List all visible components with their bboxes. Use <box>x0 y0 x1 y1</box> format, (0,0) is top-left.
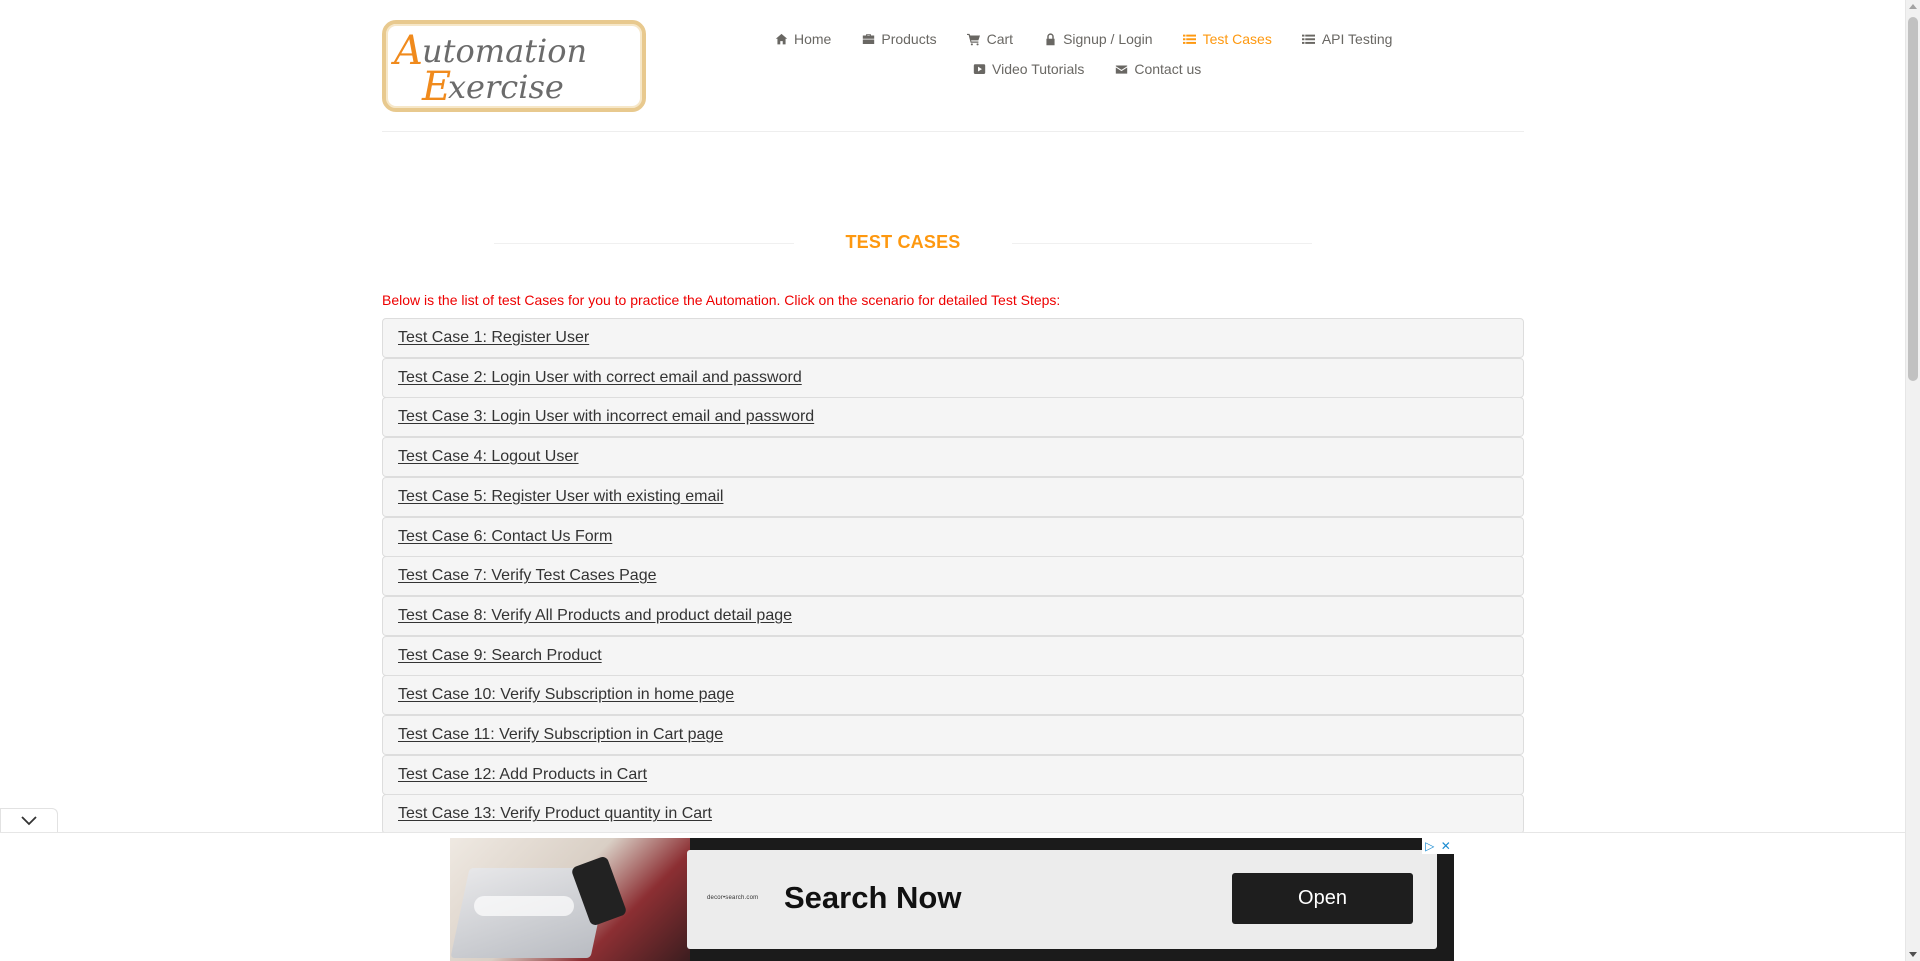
nav-label: Products <box>881 31 937 47</box>
test-case-item[interactable]: Test Case 2: Login User with correct ema… <box>382 357 1524 398</box>
nav-video-tutorials[interactable]: Video Tutorials <box>972 58 1084 80</box>
test-case-list: Test Case 1: Register User Test Case 2: L… <box>382 318 1524 835</box>
test-case-link[interactable]: Test Case 11: Verify Subscription in Car… <box>398 726 723 744</box>
scroll-down-arrow[interactable] <box>1909 952 1917 957</box>
nav-label: Video Tutorials <box>992 61 1085 77</box>
title-block: TEST CASES <box>494 230 1312 256</box>
nav-signup-login[interactable]: Signup / Login <box>1043 28 1153 50</box>
test-case-link[interactable]: Test Case 8: Verify All Products and pro… <box>398 607 792 625</box>
nav-home[interactable]: Home <box>774 28 831 50</box>
close-icon[interactable]: ✕ <box>1441 838 1451 854</box>
nav-cart[interactable]: Cart <box>967 28 1013 50</box>
ad-search-graphic <box>474 896 574 916</box>
vertical-scrollbar[interactable] <box>1905 0 1920 961</box>
scroll-up-arrow[interactable] <box>1909 4 1917 9</box>
briefcase-icon <box>861 32 875 46</box>
test-case-link[interactable]: Test Case 13: Verify Product quantity in… <box>398 805 712 823</box>
test-case-item[interactable]: Test Case 8: Verify All Products and pro… <box>382 595 1524 636</box>
nav-label: Home <box>794 31 832 47</box>
list-icon <box>1302 32 1316 46</box>
logo-graphic: A utomation E xercise <box>390 28 587 110</box>
ad-image <box>450 838 690 961</box>
ad-headline: Search Now <box>784 880 962 915</box>
test-case-link[interactable]: Test Case 10: Verify Subscription in hom… <box>398 686 734 704</box>
test-case-item[interactable]: Test Case 12: Add Products in Cart <box>382 754 1524 795</box>
test-case-item[interactable]: Test Case 3: Login User with incorrect e… <box>382 397 1524 438</box>
test-case-item[interactable]: Test Case 9: Search Product <box>382 635 1524 676</box>
ad-collapse-button[interactable] <box>0 808 58 833</box>
test-case-link[interactable]: Test Case 12: Add Products in Cart <box>398 766 647 784</box>
test-case-item[interactable]: Test Case 1: Register User <box>382 318 1524 358</box>
nav-row-2: Video Tutorials Contact us <box>774 58 1434 80</box>
envelope-icon <box>1114 62 1128 76</box>
test-case-item[interactable]: Test Case 4: Logout User <box>382 437 1524 478</box>
scroll-thumb[interactable] <box>1908 17 1918 381</box>
test-case-item[interactable]: Test Case 13: Verify Product quantity in… <box>382 794 1524 835</box>
test-case-item[interactable]: Test Case 6: Contact Us Form <box>382 516 1524 557</box>
ad-open-button[interactable]: Open <box>1232 873 1413 924</box>
nav-contact-us[interactable]: Contact us <box>1114 58 1201 80</box>
nav-api-testing[interactable]: API Testing <box>1302 28 1393 50</box>
ad-brand: decor•search.com <box>707 895 759 901</box>
nav-test-cases[interactable]: Test Cases <box>1183 28 1272 50</box>
test-case-item[interactable]: Test Case 7: Verify Test Cases Page <box>382 556 1524 597</box>
home-icon <box>774 32 788 46</box>
nav-label: Cart <box>986 31 1014 47</box>
nav-label: Test Cases <box>1202 31 1272 47</box>
nav-label: Signup / Login <box>1063 31 1153 47</box>
test-case-link[interactable]: Test Case 4: Logout User <box>398 448 579 466</box>
adchoices-icon[interactable]: ▷ <box>1425 838 1434 854</box>
nav-row-1: Home Products Cart Signup / Login Test Cases… <box>774 28 1434 50</box>
test-case-link[interactable]: Test Case 6: Contact Us Form <box>398 528 612 546</box>
intro-text: Below is the list of test Cases for you … <box>382 292 1061 308</box>
test-case-link[interactable]: Test Case 7: Verify Test Cases Page <box>398 567 657 585</box>
test-case-link[interactable]: Test Case 1: Register User <box>398 329 589 347</box>
svg-text:A: A <box>390 28 423 74</box>
chevron-down-icon <box>21 816 37 826</box>
ad-banner[interactable]: decor•search.com Search Now Open ▷ ✕ <box>450 838 1454 961</box>
test-case-link[interactable]: Test Case 3: Login User with incorrect e… <box>398 408 814 426</box>
list-icon <box>1183 32 1197 46</box>
test-case-link[interactable]: Test Case 9: Search Product <box>398 647 602 665</box>
cart-icon <box>967 32 981 46</box>
test-case-item[interactable]: Test Case 10: Verify Subscription in hom… <box>382 675 1524 716</box>
lock-icon <box>1043 32 1057 46</box>
nav-label: Contact us <box>1134 61 1202 77</box>
ad-card[interactable]: decor•search.com Search Now Open <box>687 850 1437 949</box>
svg-text:E: E <box>421 64 451 108</box>
main-nav: Home Products Cart Signup / Login Test Cases… <box>774 28 1434 80</box>
test-case-link[interactable]: Test Case 2: Login User with correct ema… <box>398 369 802 387</box>
header-divider <box>382 131 1524 132</box>
logo-text-2: xercise <box>448 68 564 106</box>
test-case-item[interactable]: Test Case 5: Register User with existing… <box>382 476 1524 517</box>
site-logo[interactable]: A utomation E xercise <box>382 20 646 112</box>
youtube-icon <box>972 62 986 76</box>
nav-label: API Testing <box>1321 31 1393 47</box>
test-case-link[interactable]: Test Case 5: Register User with existing… <box>398 488 723 506</box>
test-case-item[interactable]: Test Case 11: Verify Subscription in Car… <box>382 715 1524 756</box>
ad-choices[interactable]: ▷ ✕ <box>1422 838 1454 854</box>
nav-products[interactable]: Products <box>861 28 937 50</box>
title-line-right <box>1012 243 1312 244</box>
